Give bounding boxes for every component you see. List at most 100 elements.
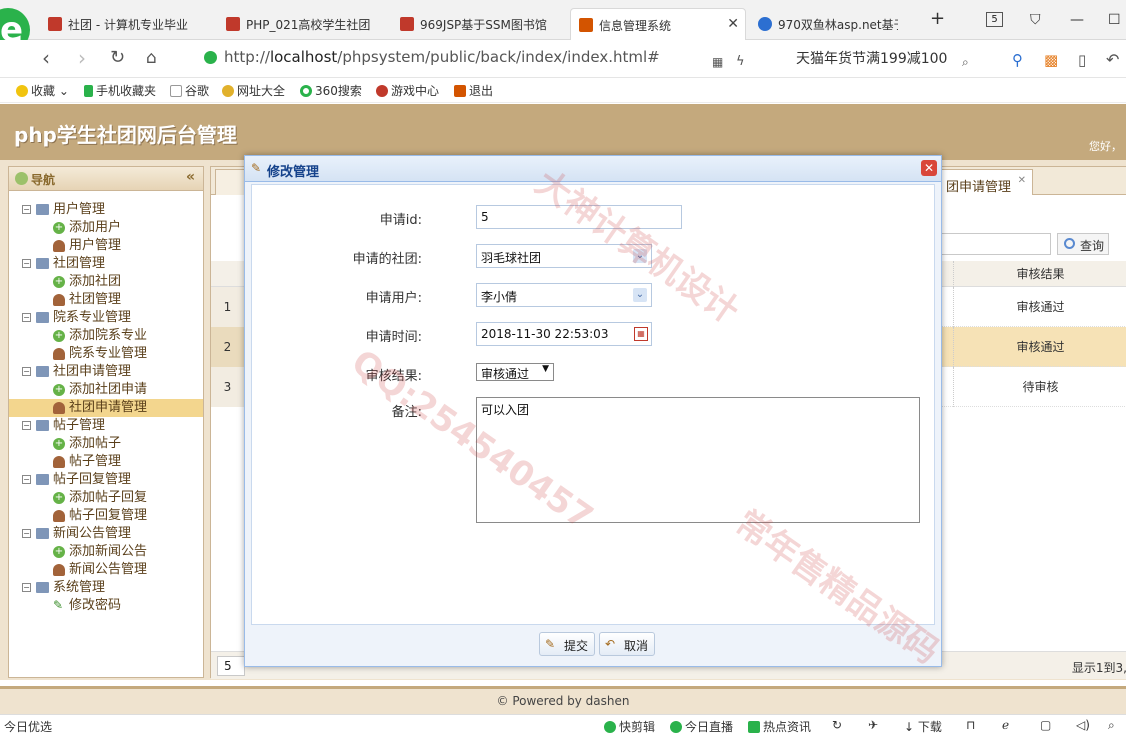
undo-icon[interactable]: ↶ <box>1106 48 1119 72</box>
sidebar-item[interactable]: + 添加院系专业 <box>9 327 203 345</box>
calendar-icon[interactable]: ▦ <box>634 327 648 341</box>
promo-text[interactable]: 天猫年货节满199减100 <box>796 48 947 68</box>
sidebar-item[interactable]: 帖子回复管理 <box>9 507 203 525</box>
url-field[interactable]: http://localhost/phpsystem/public/back/i… <box>224 48 660 66</box>
globe-icon <box>222 85 234 97</box>
close-tab-icon[interactable]: ✕ <box>727 16 739 32</box>
lightning-icon[interactable]: ϟ <box>736 50 745 74</box>
tab-count-badge[interactable]: 5 <box>986 12 1003 27</box>
page-icon <box>170 85 182 97</box>
maximize-icon[interactable]: ☐ <box>1108 12 1121 28</box>
collapse-toggle-icon[interactable]: − <box>22 529 31 538</box>
collapse-icon[interactable]: « <box>186 169 195 185</box>
search-button[interactable]: 查询 <box>1057 233 1109 255</box>
sidebar-item[interactable]: 帖子管理 <box>9 453 203 471</box>
grid-icon[interactable]: ▦ <box>712 50 723 74</box>
collapse-toggle-icon[interactable]: − <box>22 367 31 376</box>
home-icon[interactable]: ⌂ <box>146 46 157 70</box>
reload-icon[interactable]: ↻ <box>110 46 125 70</box>
status-item[interactable]: 快剪辑 <box>604 718 655 735</box>
sidebar-item[interactable]: 社团申请管理 <box>9 399 203 417</box>
sidebar-item[interactable]: + 添加社团申请 <box>9 381 203 399</box>
tree-group[interactable]: − 社团管理 <box>9 255 203 273</box>
sidebar-item[interactable]: + 添加用户 <box>9 219 203 237</box>
favorite-item[interactable]: 谷歌 <box>170 82 209 99</box>
tree-group[interactable]: − 新闻公告管理 <box>9 525 203 543</box>
sidebar-item[interactable]: + 添加帖子 <box>9 435 203 453</box>
sidebar-item[interactable]: 院系专业管理 <box>9 345 203 363</box>
phone-icon[interactable]: ▯ <box>1078 48 1086 72</box>
collapse-toggle-icon[interactable]: − <box>22 205 31 214</box>
sidebar-item[interactable]: ✎ 修改密码 <box>9 597 203 615</box>
sidebar-item[interactable]: + 添加帖子回复 <box>9 489 203 507</box>
favorite-item[interactable]: 手机收藏夹 <box>84 82 156 99</box>
sidebar-item-label: 帖子管理 <box>69 454 122 469</box>
tree-group[interactable]: − 帖子回复管理 <box>9 471 203 489</box>
club-select[interactable]: 羽毛球社团 ⌄ <box>476 244 652 268</box>
collapse-toggle-icon[interactable]: − <box>22 421 31 430</box>
search-icon[interactable]: ⌕ <box>962 50 969 74</box>
status-item[interactable]: ↓ 下载 <box>904 718 942 735</box>
collapse-toggle-icon[interactable]: − <box>22 259 31 268</box>
sidebar-item-label: 添加新闻公告 <box>69 544 148 559</box>
page-size-select[interactable]: 5 <box>217 656 245 676</box>
magnifier-icon[interactable]: ⚲ <box>1012 48 1023 72</box>
sidebar-item[interactable]: 新闻公告管理 <box>9 561 203 579</box>
new-tab-icon[interactable]: + <box>930 8 945 29</box>
close-tab-icon[interactable]: ✕ <box>1018 175 1026 186</box>
result-select[interactable]: 审核通过 ▼ <box>476 363 554 381</box>
refresh-icon[interactable]: ↻ <box>832 718 842 732</box>
id-field[interactable]: 5 <box>476 205 682 229</box>
sidebar-item[interactable]: + 添加社团 <box>9 273 203 291</box>
user-select[interactable]: 李小倩 ⌄ <box>476 283 652 307</box>
shirt-icon[interactable]: ⛉ <box>1030 12 1041 28</box>
search-input[interactable] <box>941 233 1051 255</box>
browser-tab[interactable]: 970双鱼林asp.net基于 <box>750 8 898 40</box>
forward-icon[interactable]: › <box>78 46 86 70</box>
collapse-toggle-icon[interactable]: − <box>22 313 31 322</box>
column-header-result[interactable]: 审核结果 <box>953 261 1126 287</box>
search-icon[interactable]: ⌕ <box>1108 718 1115 733</box>
browser-tab[interactable]: 969JSP基于SSM图书馆 <box>392 8 564 40</box>
row-number: 2 <box>211 327 245 367</box>
tree-group[interactable]: − 系统管理 <box>9 579 203 597</box>
tree-group[interactable]: − 院系专业管理 <box>9 309 203 327</box>
minimize-icon[interactable]: — <box>1070 12 1084 28</box>
collapse-toggle-icon[interactable]: − <box>22 583 31 592</box>
browser-e-icon[interactable]: ℯ <box>1002 718 1009 732</box>
favorite-item[interactable]: 游戏中心 <box>376 82 439 99</box>
status-left-text[interactable]: 今日优选 <box>4 718 52 735</box>
note-textarea[interactable]: 可以入团 <box>476 397 920 523</box>
chevron-down-icon[interactable]: ⌄ <box>633 288 647 302</box>
tab-club-application[interactable]: 团申请管理 ✕ <box>933 169 1033 195</box>
cancel-button[interactable]: ↶ 取消 <box>599 632 656 656</box>
tree-group[interactable]: − 帖子管理 <box>9 417 203 435</box>
browser-tab-active[interactable]: 信息管理系统 ✕ <box>570 8 746 40</box>
favorite-item[interactable]: 退出 <box>454 82 493 99</box>
sidebar-item[interactable]: + 添加新闻公告 <box>9 543 203 561</box>
back-icon[interactable]: ‹ <box>42 46 50 70</box>
status-item[interactable]: 热点资讯 <box>748 718 811 735</box>
sidebar-item[interactable]: 用户管理 <box>9 237 203 255</box>
volume-icon[interactable]: ◁) <box>1076 718 1090 732</box>
submit-button[interactable]: ✎ 提交 <box>539 632 596 656</box>
pin-icon[interactable]: ✈ <box>868 718 878 732</box>
tab-favicon-icon <box>579 18 593 32</box>
apps-icon[interactable]: ▩ <box>1044 48 1058 72</box>
favorite-item[interactable]: 360搜索 <box>300 82 362 99</box>
time-field[interactable]: 2018-11-30 22:53:03 ▦ <box>476 322 652 346</box>
sidebar-item-label: 添加帖子回复 <box>69 490 148 505</box>
close-icon[interactable]: ✕ <box>921 160 937 176</box>
favorite-item[interactable]: 收藏 ⌄ <box>16 82 69 99</box>
status-item[interactable]: 今日直播 <box>670 718 733 735</box>
tree-group[interactable]: − 社团申请管理 <box>9 363 203 381</box>
chevron-down-icon[interactable]: ⌄ <box>633 249 647 263</box>
favorite-item[interactable]: 网址大全 <box>222 82 285 99</box>
browser-tab[interactable]: 社团 - 计算机专业毕业 <box>40 8 216 40</box>
restore-icon[interactable]: ▢ <box>1040 718 1051 732</box>
sidebar-item[interactable]: 社团管理 <box>9 291 203 309</box>
browser-tab[interactable]: PHP_021高校学生社团 <box>218 8 388 40</box>
collapse-toggle-icon[interactable]: − <box>22 475 31 484</box>
window-icon[interactable]: ⊓ <box>966 718 975 732</box>
tree-group[interactable]: − 用户管理 <box>9 201 203 219</box>
